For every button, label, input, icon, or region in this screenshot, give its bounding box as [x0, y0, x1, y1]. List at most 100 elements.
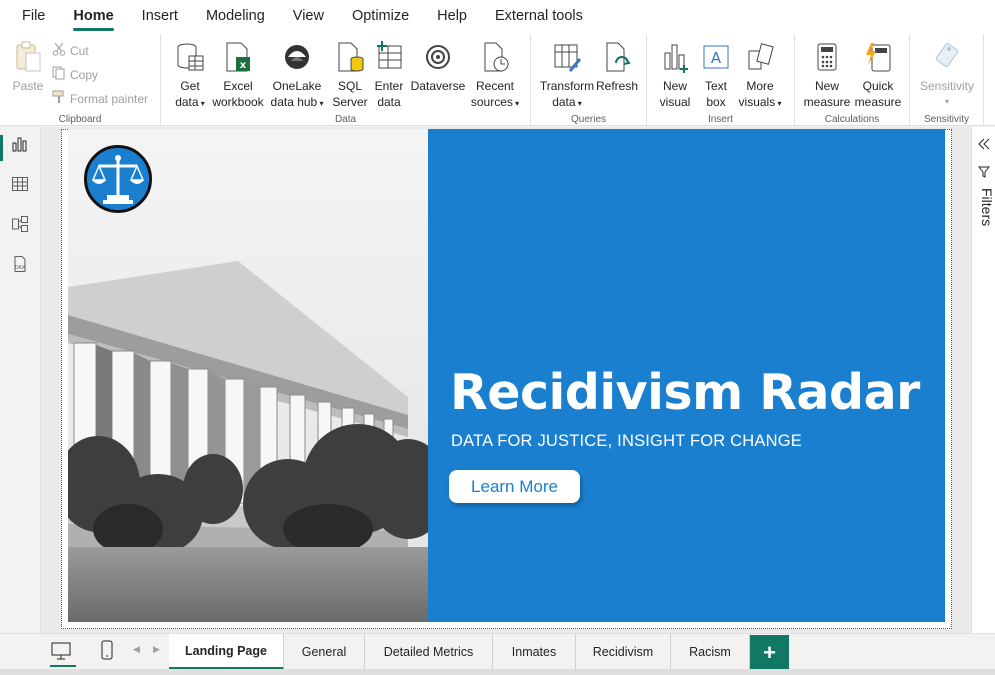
- chevron-down-icon: ▾: [512, 99, 520, 108]
- enter-data-button[interactable]: Enter data: [369, 40, 409, 110]
- add-page-button[interactable]: +: [750, 635, 789, 670]
- quick-measure-button[interactable]: Quick measure: [853, 40, 903, 110]
- text-box-label-1: Text: [704, 79, 727, 93]
- paintbrush-icon: [52, 90, 66, 107]
- desktop-layout-icon[interactable]: [50, 641, 72, 666]
- chevron-down-icon: ▾: [775, 99, 782, 108]
- scales-of-justice-logo: [84, 145, 152, 213]
- new-measure-label-2: measure: [803, 95, 851, 109]
- menu-insert[interactable]: Insert: [142, 0, 178, 34]
- chevron-down-icon: ▾: [944, 97, 949, 106]
- queries-group-label: Queries: [570, 114, 606, 125]
- format-painter-button[interactable]: Format painter: [52, 90, 148, 107]
- menu-optimize[interactable]: Optimize: [352, 0, 409, 34]
- more-visuals-label-2: visuals ▾: [735, 94, 785, 112]
- paste-icon: [10, 40, 46, 74]
- refresh-label: Refresh: [595, 79, 639, 93]
- more-visuals-label-2-text: visuals: [738, 95, 776, 109]
- refresh-button[interactable]: Refresh: [595, 40, 639, 94]
- transform-data-button[interactable]: Transform data ▾: [539, 40, 595, 112]
- tab-recidivism[interactable]: Recidivism: [576, 634, 671, 670]
- get-data-button[interactable]: Get data ▾: [171, 40, 209, 112]
- more-visuals-label-1: More: [746, 79, 774, 93]
- onelake-icon: [267, 40, 327, 74]
- transform-label-2: data ▾: [539, 94, 595, 112]
- bar-chart-icon: [655, 40, 695, 74]
- database-icon: [171, 40, 209, 74]
- report-view-button[interactable]: [8, 134, 32, 158]
- copy-label: Copy: [70, 67, 99, 82]
- tab-inmates[interactable]: Inmates: [493, 634, 576, 670]
- get-data-label-2: data ▾: [171, 94, 209, 112]
- tab-detailed-metrics[interactable]: Detailed Metrics: [365, 634, 493, 670]
- paste-button[interactable]: Paste: [10, 40, 46, 94]
- svg-text:DAX: DAX: [15, 265, 26, 271]
- excel-workbook-button[interactable]: x Excel workbook: [209, 40, 267, 110]
- table-view-icon: [11, 175, 29, 198]
- data-group: Get data ▾ x Excel workbook OneLake data…: [161, 34, 531, 126]
- new-visual-button[interactable]: New visual: [655, 40, 695, 110]
- filters-label[interactable]: Filters: [979, 188, 995, 226]
- onelake-label-2: data hub ▾: [267, 94, 327, 112]
- copy-button[interactable]: Copy: [52, 66, 98, 83]
- dataverse-button[interactable]: Dataverse: [409, 40, 467, 94]
- filter-funnel-icon: [977, 165, 991, 183]
- new-measure-label-1: New: [814, 79, 839, 93]
- menu-bar: File Home Insert Modeling View Optimize …: [0, 0, 995, 34]
- sql-server-button[interactable]: SQL Server: [331, 40, 369, 110]
- onelake-data-hub-button[interactable]: OneLake data hub ▾: [267, 40, 327, 112]
- new-visual-label-2: visual: [659, 95, 691, 109]
- table-view-button[interactable]: [8, 174, 32, 198]
- enter-data-label-1: Enter: [374, 79, 404, 93]
- svg-text:A: A: [711, 49, 722, 67]
- new-visual-label-1: New: [662, 79, 687, 93]
- model-view-button[interactable]: [8, 214, 32, 238]
- quick-measure-label-2: measure: [854, 95, 902, 109]
- sensitivity-button[interactable]: Sensitivity ▾: [916, 40, 978, 110]
- learn-more-button[interactable]: Learn More: [449, 470, 580, 503]
- tab-general[interactable]: General: [284, 634, 365, 670]
- copy-icon: [52, 66, 66, 83]
- report-view-icon: [11, 135, 29, 158]
- queries-group: Transform data ▾ Refresh Queries: [531, 34, 647, 126]
- format-painter-label: Format painter: [70, 91, 149, 106]
- dax-query-view-button[interactable]: DAX: [8, 254, 32, 278]
- dataverse-label: Dataverse: [410, 79, 466, 93]
- sql-server-icon: [331, 40, 369, 74]
- view-switcher-rail: DAX: [0, 127, 41, 633]
- menu-external-tools[interactable]: External tools: [495, 0, 583, 34]
- sensitivity-label-icon: [916, 40, 978, 74]
- menu-file[interactable]: File: [22, 0, 45, 34]
- report-title: Recidivism Radar: [450, 364, 920, 421]
- calculations-group: New measure Quick measure Calculations: [795, 34, 910, 126]
- tab-landing-page[interactable]: Landing Page: [169, 634, 284, 670]
- enter-data-label-2: data: [377, 95, 401, 109]
- recent-sources-button[interactable]: Recent sources ▾: [467, 40, 523, 112]
- menu-home[interactable]: Home: [73, 0, 114, 34]
- status-strip: [0, 669, 995, 675]
- transform-label-2-text: data: [552, 95, 576, 109]
- more-visuals-button[interactable]: More visuals ▾: [735, 40, 785, 112]
- menu-help[interactable]: Help: [437, 0, 467, 34]
- new-measure-button[interactable]: New measure: [803, 40, 851, 110]
- mobile-layout-icon[interactable]: [100, 640, 114, 665]
- text-box-button[interactable]: A Text box: [697, 40, 735, 110]
- ribbon: Paste Cut Copy Format painter Clipboard: [0, 34, 995, 126]
- scroll-right-icon[interactable]: ▶: [153, 644, 160, 655]
- cut-button[interactable]: Cut: [52, 42, 89, 59]
- transform-label-1: Transform: [539, 79, 595, 93]
- transform-icon: [539, 40, 595, 74]
- tab-racism[interactable]: Racism: [671, 634, 750, 670]
- insert-group: New visual A Text box More visuals ▾ Ins…: [647, 34, 795, 126]
- get-data-label-2-text: data: [175, 95, 199, 109]
- active-view-indicator: [0, 135, 3, 161]
- insert-group-label: Insert: [707, 114, 733, 125]
- clipboard-group-label: Clipboard: [58, 114, 102, 125]
- collapse-pane-icon[interactable]: [977, 137, 991, 156]
- cut-label: Cut: [70, 43, 89, 58]
- recent-label-2-text: sources: [470, 95, 513, 109]
- table-plus-icon: [369, 40, 409, 74]
- scroll-left-icon[interactable]: ◀: [133, 644, 140, 655]
- menu-modeling[interactable]: Modeling: [206, 0, 265, 34]
- menu-view[interactable]: View: [293, 0, 324, 34]
